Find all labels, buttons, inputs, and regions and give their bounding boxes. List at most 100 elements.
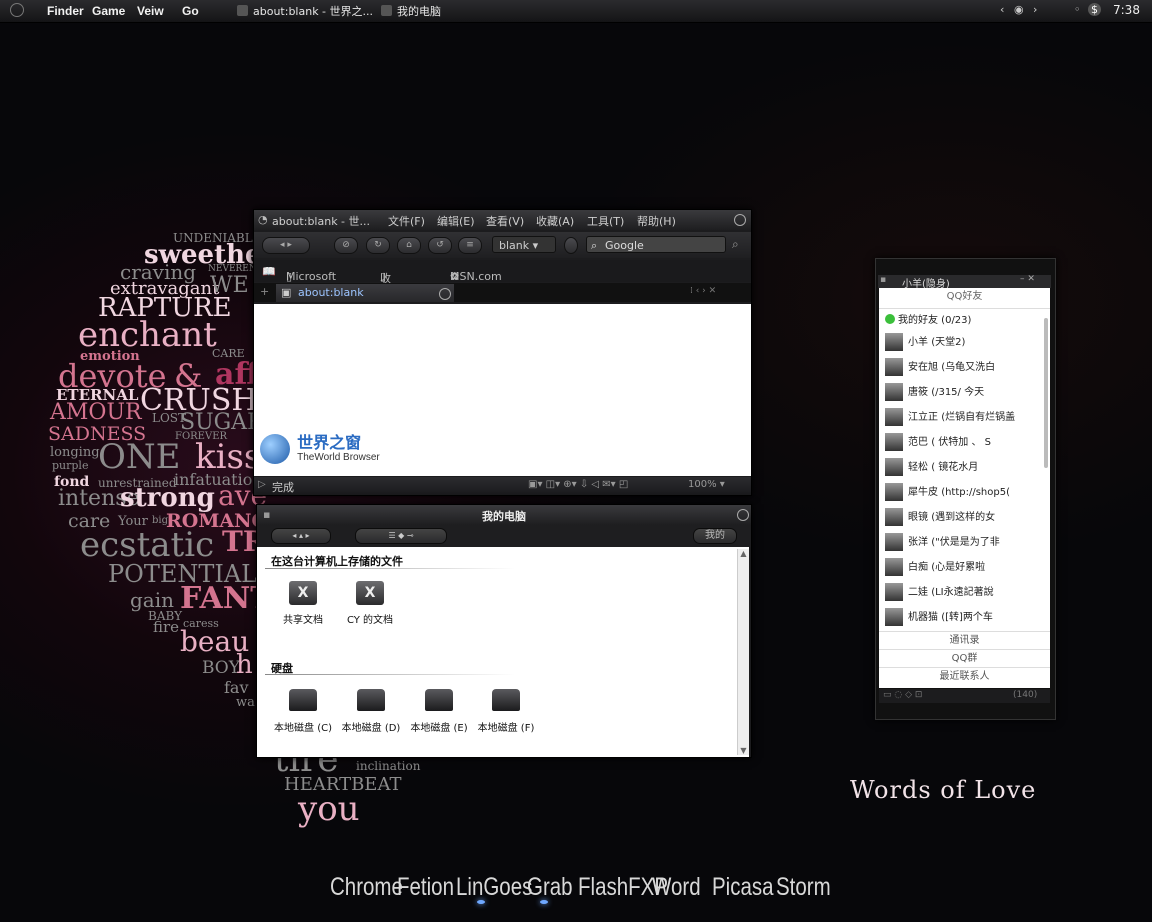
my-button[interactable]: 我的 [693,528,737,544]
scroll-up-icon[interactable]: ▲ [738,549,749,558]
restore-icon[interactable]: ↺ [428,237,452,254]
avatar [885,433,903,451]
folder-label: CY 的文档 [346,615,394,626]
drive-label: 本地磁盘 (C) [274,723,332,734]
dock-fetion[interactable]: Fetion [397,873,454,902]
address-bar[interactable]: blank ▾ [492,236,556,253]
qq-window-controls[interactable]: – ✕ [1020,274,1035,284]
qq-contact[interactable]: 轻松 ( 镜花水月 [885,458,1021,478]
dock-grab[interactable]: Grab [527,873,573,902]
qq-tab-friends[interactable]: QQ好友 [879,288,1050,309]
dock-storm[interactable]: Storm [776,873,831,902]
status-icons[interactable]: ▣▾ ◫▾ ⊕▾ ⇩ ◁ ✉▾ ◰ [528,479,628,490]
avatar [885,508,903,526]
qq-tab-groups[interactable]: QQ群 [879,649,1050,667]
search-input[interactable]: ⌕ Google [586,236,726,253]
book-icon[interactable]: 📖 [262,265,276,278]
taskbar-explorer[interactable]: 我的电脑 [381,3,441,19]
folder-shared-docs[interactable]: X 共享文档 [269,581,337,626]
menu-view[interactable]: 查看(V) [486,213,524,229]
go-icon[interactable] [564,237,578,254]
status-play-icon: ▷ [258,479,266,490]
qq-contact[interactable]: 江立正 (烂锅自有烂锅盖 [885,408,1021,428]
qq-tab-recent[interactable]: 最近联系人 [879,667,1050,685]
qq-contact[interactable]: 唐筱 (/315/ 今天 [885,383,1021,403]
qq-contact[interactable]: 机器猫 ([转]两个车 [885,608,1021,628]
explorer-scrollbar[interactable]: ▲ ▼ [737,549,749,755]
drive-label: 本地磁盘 (F) [477,723,535,734]
home-icon[interactable]: ⌂ [397,237,421,254]
menu-go[interactable]: Go [182,4,199,18]
browser-close-icon[interactable] [734,214,746,226]
dock-picasa[interactable]: Picasa [712,873,774,902]
contact-status: ([转]两个车 [941,612,993,623]
drive-e[interactable]: 本地磁盘 (E) [405,689,473,734]
drive-f[interactable]: 本地磁盘 (F) [472,689,540,734]
qq-group-header[interactable]: 我的好友 (0/23) [885,311,1021,331]
section-files: 在这台计算机上存储的文件 [271,555,403,568]
hard-disk-icon [492,689,520,711]
folder-cy-docs[interactable]: X CY 的文档 [336,581,404,626]
dock-word[interactable]: Word [652,873,701,902]
menu-help[interactable]: 帮助(H) [637,213,676,229]
qq-tab-contacts[interactable]: 通讯录 [879,631,1050,649]
system-menu-icon[interactable] [10,3,24,17]
qq-scrollbar[interactable] [1044,318,1048,468]
new-tab-icon[interactable]: + [260,285,269,298]
view-buttons[interactable]: ☰ ◆ ⊸ [355,528,447,544]
menu-favorites[interactable]: 收藏(A) [536,213,574,229]
menu-veiw[interactable]: Veiw [137,4,164,18]
qq-tool-icons[interactable]: ▭ ◌ ◇ ⊡ [883,690,922,700]
qq-contact[interactable]: 张洋 ("伏是是为了非 [885,533,1021,553]
currency-icon[interactable]: $ [1088,3,1101,16]
taskbar-browser[interactable]: about:blank - 世界之... [237,3,373,19]
qq-contact[interactable]: 范巴 ( 伏特加 、 S [885,433,1021,453]
drive-c[interactable]: 本地磁盘 (C) [269,689,337,734]
explorer-close-icon[interactable] [737,509,749,521]
qq-contact[interactable]: 犀牛皮 (http://shop5( [885,483,1021,503]
dock-lingoes[interactable]: LinGoes [456,873,532,902]
tab-nav-icons[interactable]: ⁞ ‹ › ✕ [690,286,716,296]
address-text: blank [499,239,530,252]
prev-arrow-icon[interactable]: ‹ [1000,3,1004,16]
menu-finder[interactable]: Finder [47,4,84,18]
scroll-down-icon[interactable]: ▼ [738,746,749,755]
list-icon[interactable]: ≡ [458,237,482,254]
menu-game[interactable]: Game [92,4,125,18]
back-forward-button[interactable]: ◂ ▸ [262,237,310,254]
record-icon[interactable]: ◉ [1014,3,1024,16]
menu-tools[interactable]: 工具(T) [587,213,624,229]
qq-titlebar[interactable]: ▪ 小羊(隐身) – ✕ [878,274,1051,290]
dock-chrome[interactable]: Chrome [330,873,403,902]
contact-name: 江立正 [908,412,938,423]
next-arrow-icon[interactable]: › [1033,3,1037,16]
menu-file[interactable]: 文件(F) [388,213,425,229]
qq-menu-icon[interactable]: ▪ [880,275,886,285]
qq-contact[interactable]: 眼镜 (遇到这样的女 [885,508,1021,528]
computer-icon [381,5,392,16]
drive-d[interactable]: 本地磁盘 (D) [337,689,405,734]
refresh-icon[interactable]: ↻ [366,237,390,254]
taskbar-explorer-label: 我的电脑 [397,5,441,18]
qq-contact[interactable]: 白痴 (心是好累啦 [885,558,1021,578]
tab-close-icon[interactable] [439,288,451,300]
browser-titlebar[interactable]: ◔ about:blank - 世... 文件(F) 编辑(E) 查看(V) 收… [254,210,751,230]
page-content[interactable]: 世界之窗 TheWorld Browser [254,304,751,476]
qq-contact[interactable]: 安在旭 (乌龟又洗白 [885,358,1021,378]
contact-name: 唐筱 [908,387,928,398]
tab-about-blank[interactable]: ▣ about:blank [276,284,454,302]
avatar [885,408,903,426]
stop-icon[interactable]: ⊘ [334,237,358,254]
magnifier-icon[interactable]: ⌕ [732,237,739,252]
nav-arrows-button[interactable]: ◂ ▴ ▸ [271,528,331,544]
qq-contact[interactable]: 二娃 (LI永遠記著說 [885,583,1021,603]
avatar [885,358,903,376]
explorer-titlebar[interactable]: ▪ 我的电脑 [257,505,751,525]
section-divider [265,674,515,675]
qq-contact[interactable]: 小羊 (天堂2) [885,333,1021,353]
zoom-level[interactable]: 100% ▾ [688,479,725,490]
clock[interactable]: 7:38 [1113,3,1140,17]
spotlight-icon[interactable]: ◦ [1074,3,1081,16]
fav-msn-label: MSN.com [450,270,502,283]
menu-edit[interactable]: 编辑(E) [437,213,475,229]
